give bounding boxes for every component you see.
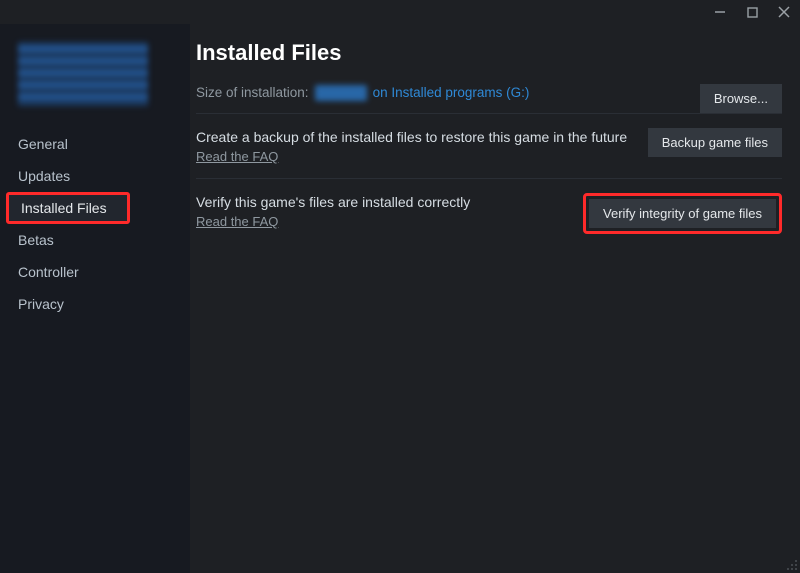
install-size-label: Size of installation: — [196, 85, 309, 100]
backup-game-files-button[interactable]: Backup game files — [648, 128, 782, 157]
sidebar-item-betas[interactable]: Betas — [0, 224, 190, 256]
resize-grip-icon[interactable] — [786, 559, 798, 571]
content-pane: Installed Files Size of installation: on… — [190, 24, 800, 573]
sidebar-item-updates[interactable]: Updates — [0, 160, 190, 192]
sidebar-item-controller[interactable]: Controller — [0, 256, 190, 288]
verify-section-title: Verify this game's files are installed c… — [196, 193, 569, 212]
backup-faq-link[interactable]: Read the FAQ — [196, 149, 278, 164]
window-maximize-button[interactable] — [744, 5, 760, 19]
sidebar-nav: General Updates Installed Files Betas Co… — [0, 122, 190, 326]
install-size-line: Size of installation: on Installed progr… — [196, 85, 529, 101]
game-logo — [0, 30, 190, 122]
page-title: Installed Files — [196, 40, 782, 66]
verify-integrity-button[interactable]: Verify integrity of game files — [589, 199, 776, 228]
browse-button[interactable]: Browse... — [700, 84, 782, 113]
sidebar-item-general[interactable]: General — [0, 128, 190, 160]
verify-button-highlight: Verify integrity of game files — [583, 193, 782, 234]
window-close-button[interactable] — [776, 5, 792, 19]
sidebar-item-privacy[interactable]: Privacy — [0, 288, 190, 320]
sidebar: General Updates Installed Files Betas Co… — [0, 24, 190, 573]
backup-section-title: Create a backup of the installed files t… — [196, 128, 634, 147]
install-drive-link[interactable]: on Installed programs (G:) — [373, 85, 530, 100]
sidebar-item-installed-files[interactable]: Installed Files — [6, 192, 130, 224]
window-minimize-button[interactable] — [712, 5, 728, 19]
install-size-value-blurred — [315, 85, 367, 101]
verify-faq-link[interactable]: Read the FAQ — [196, 214, 278, 229]
